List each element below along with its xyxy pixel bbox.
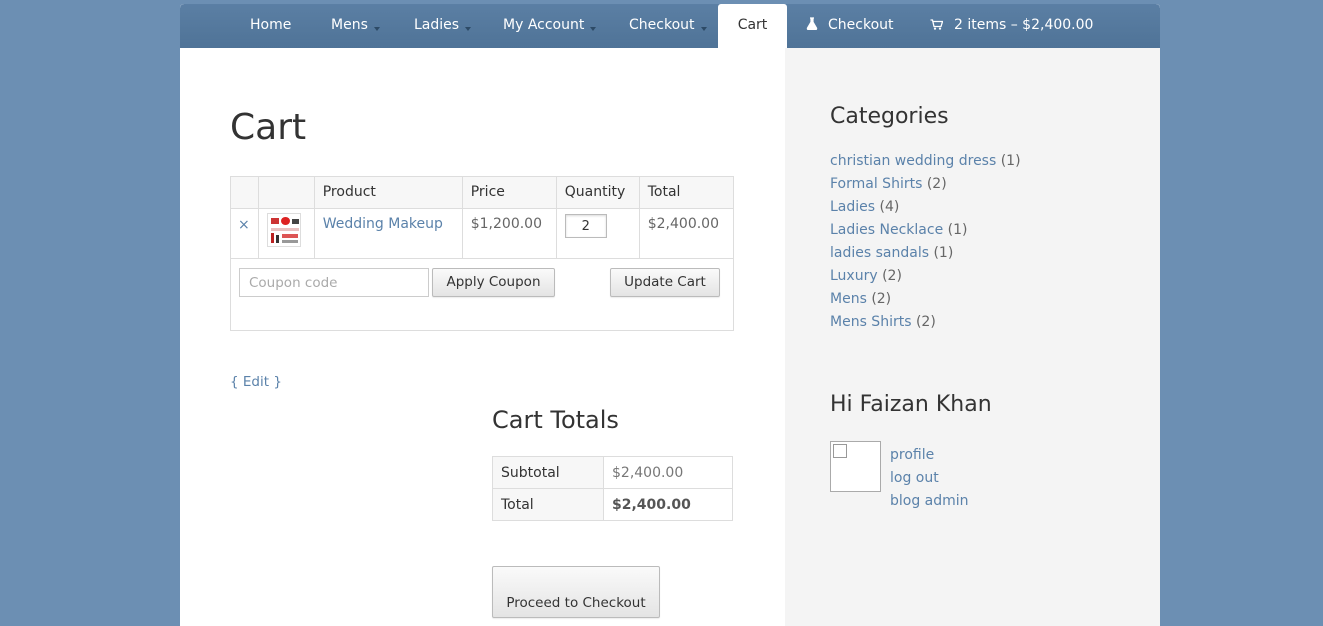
category-link[interactable]: Mens Shirts [830, 314, 912, 330]
cart-table-header: Product Price Quantity Total [230, 176, 735, 209]
table-row: × Wedding Makeup $1,200.00 2 $2,400.00 [230, 208, 735, 259]
nav-cart[interactable]: Cart [718, 4, 787, 48]
categories-list: christian wedding dress (1) Formal Shirt… [830, 150, 1021, 334]
quantity-input[interactable] [564, 214, 607, 238]
list-item: Luxury (2) [830, 265, 1021, 288]
caret-down-icon [465, 27, 472, 31]
header-remove [230, 176, 259, 209]
cart-table: Product Price Quantity Total × Wedding M… [230, 176, 735, 259]
header-quantity: Quantity [555, 176, 640, 209]
coupon-code-input[interactable] [239, 268, 429, 297]
nav-mens-label: Mens [331, 17, 368, 33]
header-product: Product [313, 176, 463, 209]
category-count: (1) [933, 245, 954, 261]
cart-totals-table: Subtotal $2,400.00 Total $2,400.00 [492, 456, 733, 521]
header-price: Price [461, 176, 557, 209]
category-count: (1) [947, 222, 968, 238]
nav-my-account[interactable]: My Account [503, 4, 597, 48]
category-count: (2) [915, 314, 936, 330]
nav-mens[interactable]: Mens [331, 4, 380, 48]
cart-icon [930, 19, 944, 30]
category-link[interactable]: Mens [830, 291, 867, 307]
broken-image-icon [833, 444, 847, 458]
product-thumbnail[interactable] [266, 213, 301, 247]
list-item: christian wedding dress (1) [830, 150, 1021, 173]
category-count: (1) [1000, 153, 1021, 169]
list-item: Mens Shirts (2) [830, 311, 1021, 334]
sidebar: Categories christian wedding dress (1) F… [785, 48, 1160, 626]
nav-home-label: Home [250, 17, 292, 33]
page-wrapper: Home Mens Ladies My Account Checkout Car… [180, 4, 1160, 626]
category-count: (2) [871, 291, 892, 307]
avatar[interactable] [830, 441, 881, 492]
category-link[interactable]: ladies sandals [830, 245, 929, 261]
list-item: ladies sandals (1) [830, 242, 1021, 265]
product-price: $1,200.00 [461, 208, 557, 259]
list-item: Formal Shirts (2) [830, 173, 1021, 196]
subtotal-label: Subtotal [492, 456, 604, 489]
list-item: Ladies Necklace (1) [830, 219, 1021, 242]
user-greeting: Hi Faizan Khan [830, 392, 992, 417]
logout-link[interactable]: log out [890, 470, 939, 486]
nav-my-account-label: My Account [503, 17, 585, 33]
user-links: profile log out blog admin [890, 444, 969, 513]
list-item: Ladies (4) [830, 196, 1021, 219]
page-title: Cart [230, 107, 307, 148]
category-link[interactable]: Ladies Necklace [830, 222, 943, 238]
main-nav: Home Mens Ladies My Account Checkout Car… [180, 4, 1160, 48]
cart-actions: Apply Coupon Update Cart [230, 258, 734, 331]
nav-ladies[interactable]: Ladies [414, 4, 472, 48]
cart-totals-title: Cart Totals [492, 406, 619, 434]
proceed-to-checkout-label: Proceed to Checkout [506, 595, 646, 611]
nav-checkout[interactable]: Checkout [806, 4, 894, 48]
blog-admin-link[interactable]: blog admin [890, 493, 969, 509]
apply-coupon-button[interactable]: Apply Coupon [432, 268, 555, 297]
nav-checkout-menu-label: Checkout [629, 17, 695, 33]
update-cart-button[interactable]: Update Cart [610, 268, 720, 297]
category-count: (2) [882, 268, 902, 284]
category-count: (4) [879, 199, 900, 215]
total-value: $2,400.00 [603, 488, 733, 521]
subtotal-value: $2,400.00 [603, 456, 733, 489]
caret-down-icon [700, 27, 707, 31]
total-label: Total [492, 488, 604, 521]
nav-checkout-menu[interactable]: Checkout [629, 4, 707, 48]
category-link[interactable]: christian wedding dress [830, 153, 996, 169]
header-total: Total [638, 176, 735, 209]
flask-icon [806, 17, 818, 31]
category-link[interactable]: Luxury [830, 268, 878, 284]
product-link[interactable]: Wedding Makeup [323, 216, 443, 232]
remove-item-button[interactable]: × [238, 217, 250, 233]
proceed-to-checkout-button[interactable]: Proceed to Checkout [492, 566, 660, 618]
profile-link[interactable]: profile [890, 447, 934, 463]
caret-down-icon [590, 27, 597, 31]
edit-link[interactable]: { Edit } [230, 374, 282, 390]
cart-summary-text: 2 items – $2,400.00 [954, 17, 1094, 33]
category-link[interactable]: Ladies [830, 199, 875, 215]
header-thumbnail [257, 176, 315, 209]
nav-ladies-label: Ladies [414, 17, 460, 33]
caret-down-icon [373, 27, 380, 31]
nav-cart-summary[interactable]: 2 items – $2,400.00 [930, 4, 1093, 48]
line-total: $2,400.00 [638, 208, 735, 259]
nav-checkout-label: Checkout [828, 17, 894, 33]
category-count: (2) [926, 176, 947, 192]
category-link[interactable]: Formal Shirts [830, 176, 922, 192]
nav-home[interactable]: Home [250, 4, 291, 48]
table-row: Subtotal $2,400.00 [492, 456, 733, 489]
table-row: Total $2,400.00 [492, 488, 733, 521]
list-item: Mens (2) [830, 288, 1021, 311]
categories-title: Categories [830, 104, 949, 129]
nav-cart-label: Cart [737, 17, 768, 33]
